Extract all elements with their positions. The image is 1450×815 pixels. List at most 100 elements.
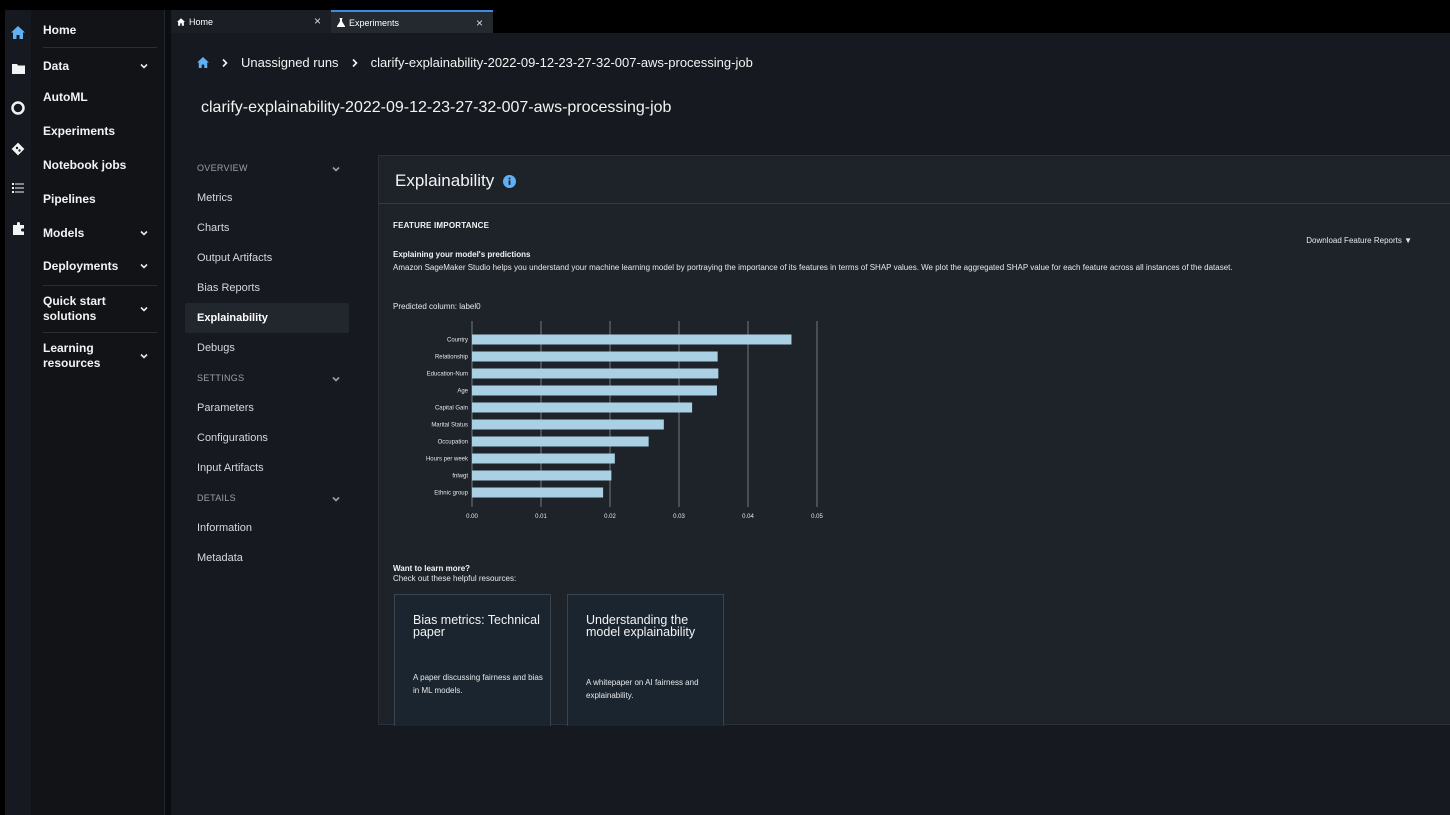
bar [472, 368, 719, 379]
bar [472, 402, 693, 413]
nav-item-deployments[interactable]: Deployments [31, 255, 165, 277]
nav-item-label: Notebook jobs [43, 158, 127, 172]
nav-item-home[interactable]: Home [31, 18, 165, 42]
main-content: Unassigned runs clarify-explainability-2… [171, 33, 1450, 815]
chevron-down-icon [140, 63, 148, 69]
x-tick-label: 0.03 [673, 514, 685, 520]
bar [472, 419, 664, 430]
sub-item-metrics[interactable]: Metrics [185, 183, 349, 213]
bar [472, 351, 718, 362]
chevron-down-icon [140, 263, 148, 269]
sub-item-parameters[interactable]: Parameters [185, 393, 349, 423]
panel-header: Explainability [379, 156, 1450, 204]
x-tick-label: 0.05 [811, 514, 823, 520]
chevron-right-icon [221, 58, 229, 68]
bar [472, 453, 615, 464]
nav-item-label: Quick start solutions [43, 294, 106, 323]
card-title: Bias metrics: Technical paper [413, 613, 540, 639]
extension-icon[interactable] [5, 217, 31, 239]
sub-item-charts[interactable]: Charts [185, 213, 349, 243]
learn-more-title: Want to learn more? [393, 564, 471, 573]
nav-item-experiments[interactable]: Experiments [31, 120, 165, 142]
section-label: OVERVIEW [197, 163, 248, 173]
x-tick-label: 0.00 [466, 514, 478, 520]
activity-bar [5, 10, 31, 815]
sub-item-metadata[interactable]: Metadata [185, 543, 349, 573]
nav-item-label: Learning resources [43, 341, 101, 370]
nav-divider [43, 332, 157, 333]
bar-category-label: fnlwgt [452, 474, 468, 480]
page-title: clarify-explainability-2022-09-12-23-27-… [201, 99, 672, 116]
nav-item-learning-resources[interactable]: Learning resources [31, 340, 165, 372]
explain-description: Amazon SageMaker Studio helps you unders… [393, 263, 1233, 272]
chevron-down-icon [140, 306, 148, 312]
bar [472, 436, 649, 447]
resource-card-model-explainability[interactable]: Understanding the model explainability A… [567, 594, 724, 726]
info-icon[interactable] [503, 174, 517, 188]
chevron-down-icon [332, 166, 340, 172]
x-tick-label: 0.01 [535, 514, 547, 520]
bar [472, 487, 604, 498]
card-title: Understanding the model explainability [586, 613, 696, 639]
bar-category-label: Capital Gain [435, 406, 468, 412]
nav-item-quick-start-solutions[interactable]: Quick start solutions [31, 293, 165, 325]
nav-item-automl[interactable]: AutoML [31, 86, 165, 108]
nav-item-data[interactable]: Data [31, 54, 165, 78]
breadcrumb-unassigned-runs[interactable]: Unassigned runs [241, 55, 339, 70]
explainability-panel: Explainability FEATURE IMPORTANCE Downlo… [378, 155, 1450, 726]
breadcrumb: Unassigned runs clarify-explainability-2… [197, 55, 753, 70]
git-icon[interactable] [5, 138, 31, 160]
left-navigation: Home Data AutoML Experiments Notebook jo… [31, 10, 165, 815]
explain-title: Explaining your model's predictions [393, 250, 531, 259]
predicted-column: Predicted column: label0 [393, 302, 481, 311]
nav-item-notebook-jobs[interactable]: Notebook jobs [31, 154, 165, 176]
section-label: SETTINGS [197, 373, 245, 383]
tab-label: Experiments [349, 17, 400, 28]
bar-category-label: Ethnic group [434, 491, 468, 497]
section-label: DETAILS [197, 493, 236, 503]
tab-home[interactable]: Home × [171, 10, 331, 33]
panel-title: Explainability [395, 171, 517, 191]
sub-item-debugs[interactable]: Debugs [185, 333, 349, 363]
section-overview[interactable]: OVERVIEW [185, 153, 349, 183]
download-feature-reports-button[interactable]: Download Feature Reports ▼ [1306, 236, 1412, 245]
bar-category-label: Marital Status [431, 423, 468, 429]
sub-item-explainability[interactable]: Explainability [185, 303, 349, 333]
close-icon[interactable]: × [476, 16, 483, 30]
breadcrumb-home-icon[interactable] [197, 57, 209, 68]
nav-item-label: AutoML [43, 90, 88, 104]
nav-item-label: Home [43, 23, 77, 37]
card-description: A paper discussing fairness and bias in … [413, 673, 543, 695]
sub-item-information[interactable]: Information [185, 513, 349, 543]
nav-item-models[interactable]: Models [31, 222, 165, 244]
sub-item-configurations[interactable]: Configurations [185, 423, 349, 453]
x-tick-label: 0.04 [742, 514, 754, 520]
nav-item-label: Models [43, 226, 85, 240]
section-settings[interactable]: SETTINGS [185, 363, 349, 393]
nav-divider [43, 47, 157, 48]
sub-item-output-artifacts[interactable]: Output Artifacts [185, 243, 349, 273]
section-details[interactable]: DETAILS [185, 483, 349, 513]
nav-divider [43, 285, 157, 286]
bar [472, 385, 717, 396]
card-description: A whitepaper on AI fairness and explaina… [586, 678, 699, 700]
sub-item-bias-reports[interactable]: Bias Reports [185, 273, 349, 303]
nav-item-pipelines[interactable]: Pipelines [31, 188, 165, 210]
running-icon[interactable] [5, 97, 31, 119]
bar-category-label: Country [447, 338, 468, 344]
x-tick-label: 0.02 [604, 514, 616, 520]
folder-icon[interactable] [5, 57, 31, 79]
bar [472, 334, 792, 345]
breadcrumb-current-job: clarify-explainability-2022-09-12-23-27-… [370, 55, 753, 70]
tab-bar: Home × Experiments × [171, 10, 1450, 33]
tab-experiments[interactable]: Experiments × [331, 10, 493, 33]
resource-card-bias-metrics[interactable]: Bias metrics: Technical paper A paper di… [394, 594, 551, 726]
list-icon[interactable] [5, 177, 31, 199]
bar-category-label: Education-Num [427, 372, 468, 378]
sub-item-input-artifacts[interactable]: Input Artifacts [185, 453, 349, 483]
close-icon[interactable]: × [314, 14, 321, 28]
home-icon[interactable] [5, 21, 31, 43]
flask-icon [337, 18, 345, 27]
tab-label: Home [189, 16, 214, 27]
feature-importance-heading: FEATURE IMPORTANCE [393, 221, 490, 230]
